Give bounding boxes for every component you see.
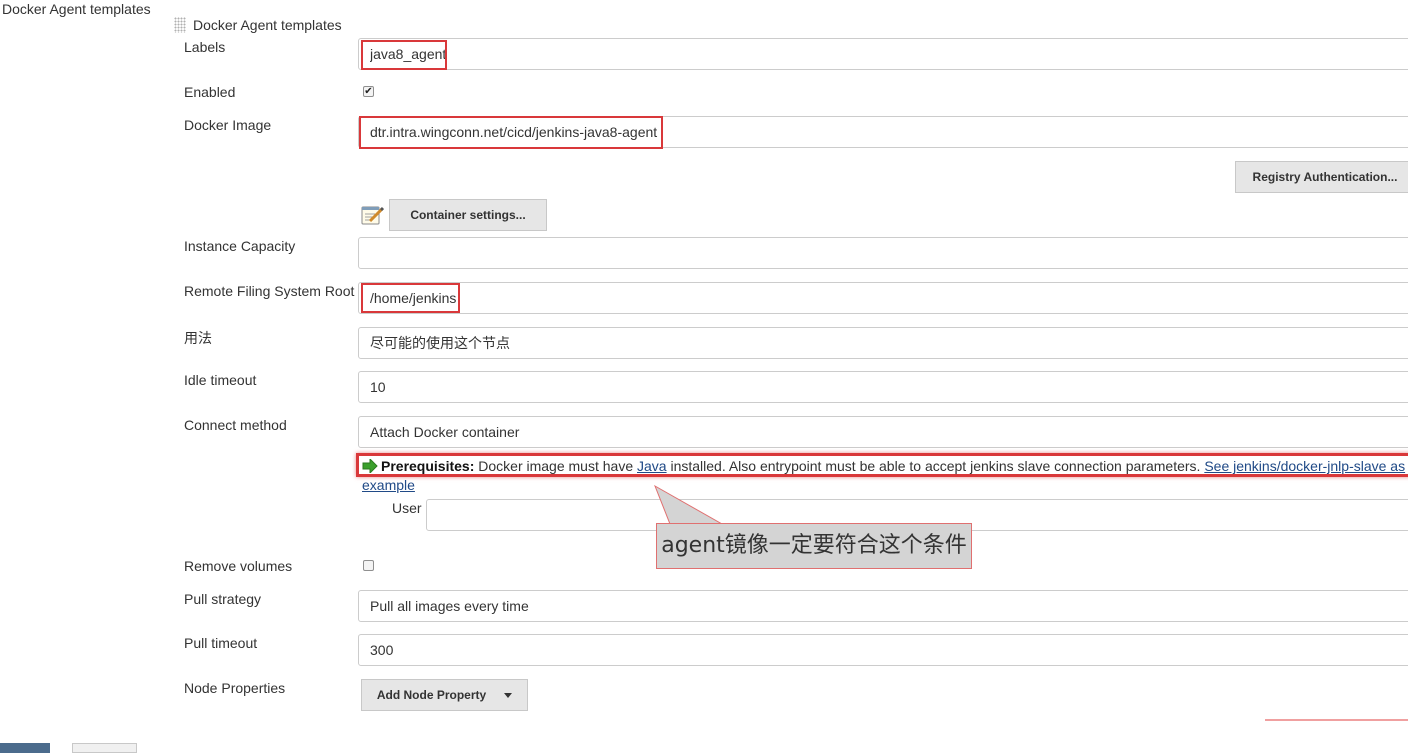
add-node-property-label: Add Node Property [376, 688, 487, 702]
drag-handle-icon[interactable] [174, 17, 186, 33]
save-button[interactable] [0, 743, 50, 753]
instance-capacity-label: Instance Capacity [184, 238, 296, 254]
java-link[interactable]: Java [637, 458, 667, 474]
apply-button[interactable] [72, 743, 137, 753]
highlight-fragment [1265, 719, 1408, 728]
user-label: User [392, 500, 422, 516]
callout-pointer [654, 484, 724, 525]
pull-timeout-input[interactable] [358, 634, 1408, 666]
labels-input[interactable] [358, 38, 1408, 70]
node-properties-label: Node Properties [184, 680, 286, 696]
enabled-label: Enabled [184, 84, 236, 100]
example-link[interactable]: example [362, 477, 415, 493]
connect-method-label: Connect method [184, 417, 287, 433]
add-node-property-button[interactable]: Add Node Property [361, 679, 528, 711]
idle-timeout-label: Idle timeout [184, 372, 257, 388]
remote-fs-root-label: Remote Filing System Root [184, 283, 355, 299]
connect-method-select[interactable]: Attach Docker container [358, 416, 1408, 448]
usage-label: 用法 [184, 330, 212, 346]
section-title: Docker Agent templates [2, 1, 151, 17]
docker-image-label: Docker Image [184, 117, 272, 133]
enabled-checkbox[interactable]: ✔ [363, 86, 374, 97]
idle-timeout-input[interactable] [358, 371, 1408, 403]
prerequisites-text-2: installed. Also entrypoint must be able … [666, 458, 1205, 474]
remove-volumes-label: Remove volumes [184, 558, 293, 574]
docker-image-input[interactable] [358, 116, 1408, 148]
container-settings-button[interactable]: Container settings... [389, 199, 547, 231]
pull-timeout-label: Pull timeout [184, 635, 258, 651]
remote-fs-root-input[interactable] [358, 282, 1408, 314]
pull-strategy-select[interactable]: Pull all images every time [358, 590, 1408, 622]
block-title: Docker Agent templates [193, 17, 342, 33]
usage-select[interactable]: 尽可能的使用这个节点 [358, 327, 1408, 359]
green-arrow-icon [362, 457, 378, 476]
notepad-icon [360, 204, 385, 226]
prerequisites-text-1: Docker image must have [474, 458, 637, 474]
remove-volumes-checkbox[interactable] [363, 560, 374, 571]
prerequisites-note: Prerequisites: Docker image must have Ja… [362, 457, 1405, 476]
instance-capacity-input[interactable] [358, 237, 1408, 269]
labels-label: Labels [184, 39, 226, 55]
prerequisites-heading: Prerequisites: [381, 458, 475, 474]
docker-jnlp-slave-link[interactable]: See jenkins/docker-jnlp-slave as [1204, 458, 1405, 474]
registry-authentication-button[interactable]: Registry Authentication... [1235, 161, 1408, 193]
pull-strategy-label: Pull strategy [184, 591, 262, 607]
annotation-callout: agent镜像一定要符合这个条件 [656, 523, 972, 569]
chevron-down-icon [504, 693, 513, 699]
